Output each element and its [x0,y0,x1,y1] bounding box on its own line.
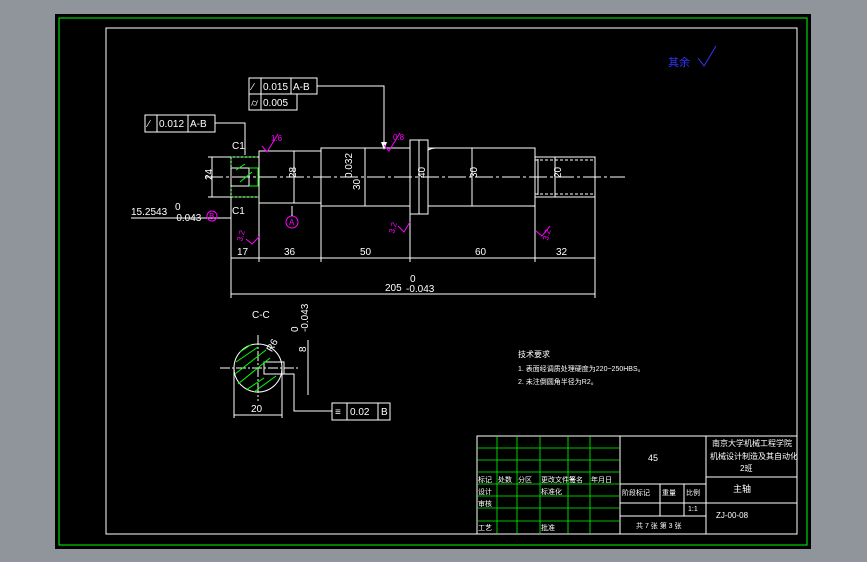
datum-b-label: B [209,212,214,221]
gdt-top-datum: A-B [293,82,310,93]
svg-text:标记: 标记 [478,475,492,484]
svg-text:年月日: 年月日 [591,475,612,484]
dim-d28: 28 [288,166,299,178]
datum-a-label: A [289,218,295,227]
dim-l60: 60 [475,247,487,258]
school: 南京大学机械工程学院 [712,438,792,448]
section-width: 20 [251,404,263,415]
svg-text:比例: 比例 [686,488,700,497]
svg-text:处数: 处数 [498,475,512,484]
section-gdt-datum: B [381,407,388,418]
dim-d40: 40 [417,166,428,178]
tech-req-title: 技术要求 [518,349,550,359]
section-gdt-tol: 0.02 [350,407,370,418]
roughness-note: 其余 [668,55,690,69]
dim-key-upper: 0 [175,202,181,213]
gdt-left-datum: A-B [190,119,207,130]
dim-l50: 50 [360,247,372,258]
dim-total: 205 [385,283,402,294]
svg-text:签名: 签名 [569,475,583,484]
dim-d30-tol: 30 [352,178,363,190]
svg-text:标准化: 标准化 [541,487,562,496]
dim-l17: 17 [237,247,249,258]
gdt-top-tol: 0.015 [263,82,288,93]
part-name: 主轴 [733,483,751,494]
tech-req-item-1: 1. 表面经调质处理硬度为220~250HBS。 [518,364,645,373]
svg-text:共 7 张 第 3 张: 共 7 张 第 3 张 [636,521,682,530]
section-label: C-C [252,310,270,321]
svg-text:-0.043: -0.043 [300,303,311,332]
svg-text:重量: 重量 [662,489,676,497]
tech-req-item-2: 2. 未注倒圆角半径为R2。 [518,377,598,386]
svg-text:审核: 审核 [478,499,492,508]
cad-drawing-canvas: 其余 ∕ 0.015 A-B ⌭ 0.005 ∕ 0.012 A-B C1 C1 [0,0,867,562]
svg-text:分区: 分区 [518,475,532,484]
drawing-no: ZJ-00-08 [716,511,749,520]
svg-text:1:1: 1:1 [688,506,698,513]
gdt-top2-tol: 0.005 [263,98,288,109]
symmetry-icon: ≡ [335,407,341,418]
svg-text:工艺: 工艺 [478,524,492,532]
svg-text:阶段标记: 阶段标记 [622,488,650,497]
dim-l36: 36 [284,247,296,258]
class: 2班 [740,463,752,473]
course: 机械设计制造及其自动化 [710,451,798,461]
svg-text:设计: 设计 [478,487,492,496]
dim-total-lower: -0.043 [406,284,435,295]
svg-text:批准: 批准 [541,523,555,532]
dim-key-len: 15.2543 [131,207,168,218]
drawing-sheet[interactable] [55,14,811,549]
dim-d20: 20 [553,166,564,178]
dim-d30-sub: 0.032 [344,153,355,178]
svg-text:1.6: 1.6 [271,134,283,143]
dim-l32: 32 [556,247,568,258]
dim-d24: 24 [204,168,215,180]
chamfer-label-top: C1 [232,141,245,152]
section-slot: 8 [298,346,309,352]
svg-text:0.8: 0.8 [393,133,405,142]
dim-key-lower: -0.043 [173,213,202,224]
dim-d30b: 30 [469,166,480,178]
gdt-left-tol: 0.012 [159,119,184,130]
chamfer-label-bottom: C1 [232,206,245,217]
material: 45 [648,453,658,463]
cylindricity-icon: ⌭ [251,98,259,109]
